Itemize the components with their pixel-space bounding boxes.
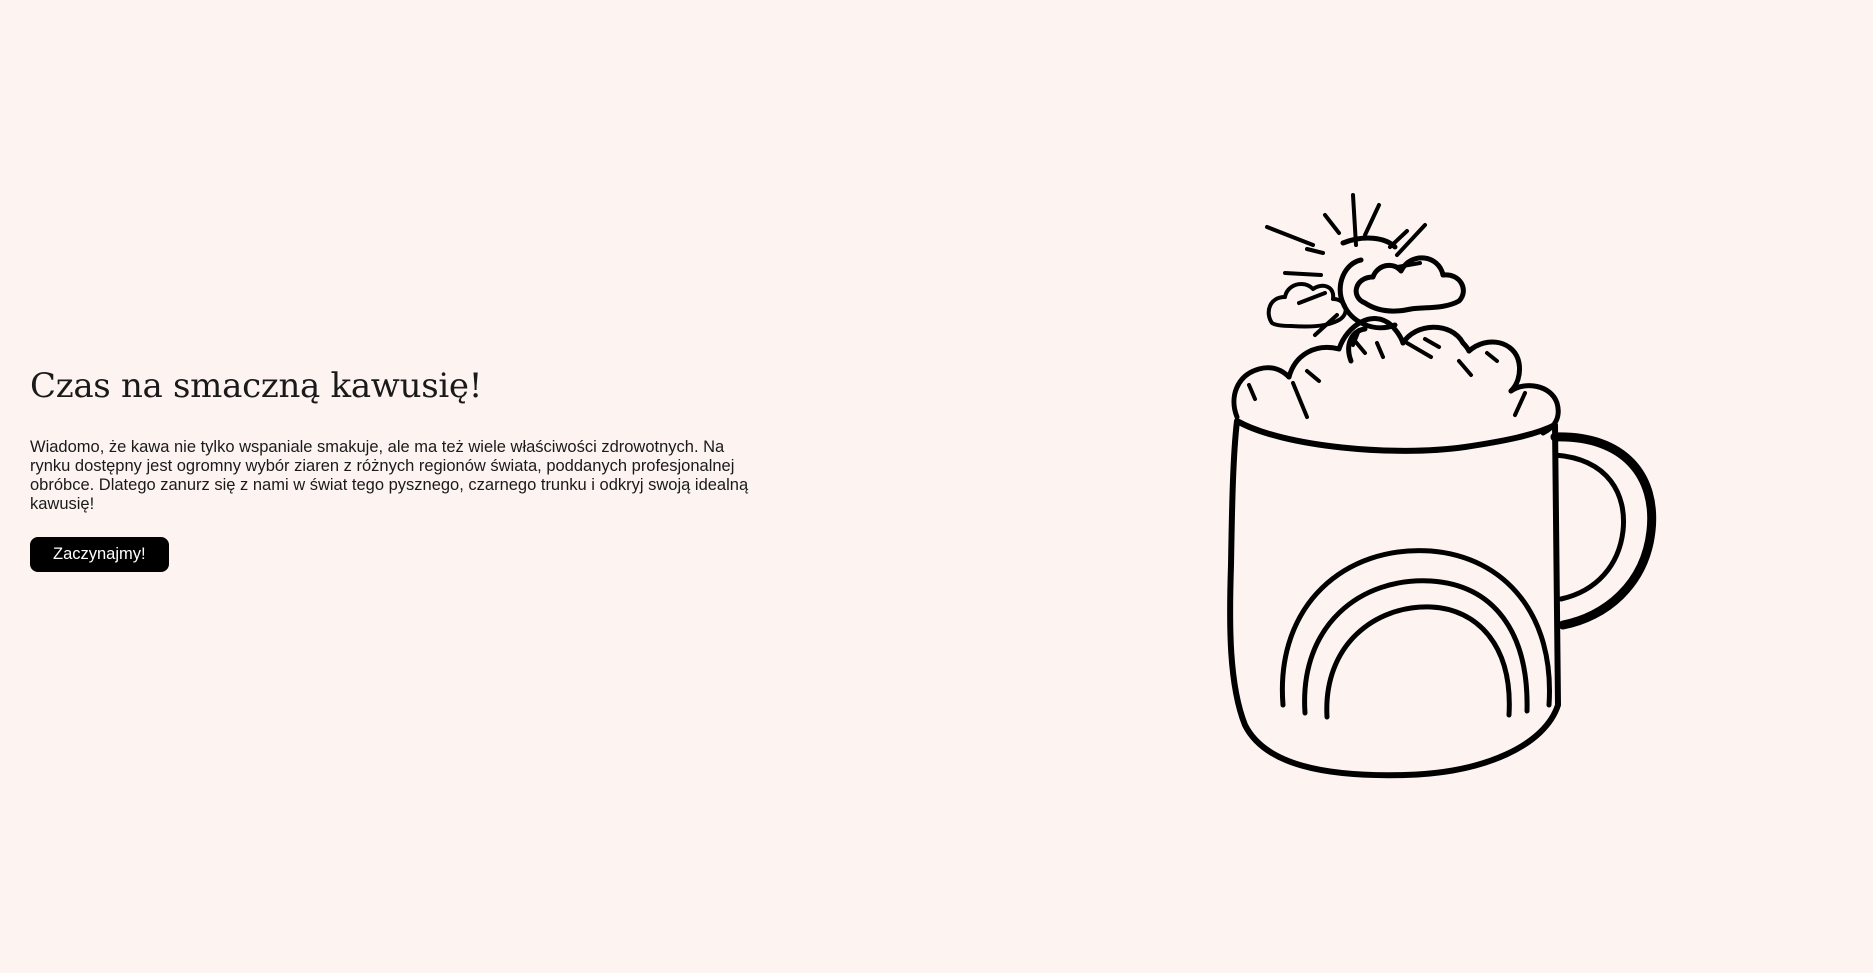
foam-icon — [1231, 316, 1561, 436]
hero-title: Czas na smaczną kawusię! — [30, 366, 483, 406]
coffee-cup-illustration-icon — [1227, 193, 1657, 779]
rainbow-icon — [1279, 548, 1552, 720]
hero-section: Czas na smaczną kawusię! Wiadomo, że kaw… — [0, 0, 1873, 973]
hero-text-block: Czas na smaczną kawusię! Wiadomo, że kaw… — [30, 362, 760, 572]
start-button[interactable]: Zaczynajmy! — [30, 537, 169, 572]
hero-description: Wiadomo, że kawa nie tylko wspaniale sma… — [30, 438, 749, 513]
cup-body-icon — [1227, 418, 1561, 779]
